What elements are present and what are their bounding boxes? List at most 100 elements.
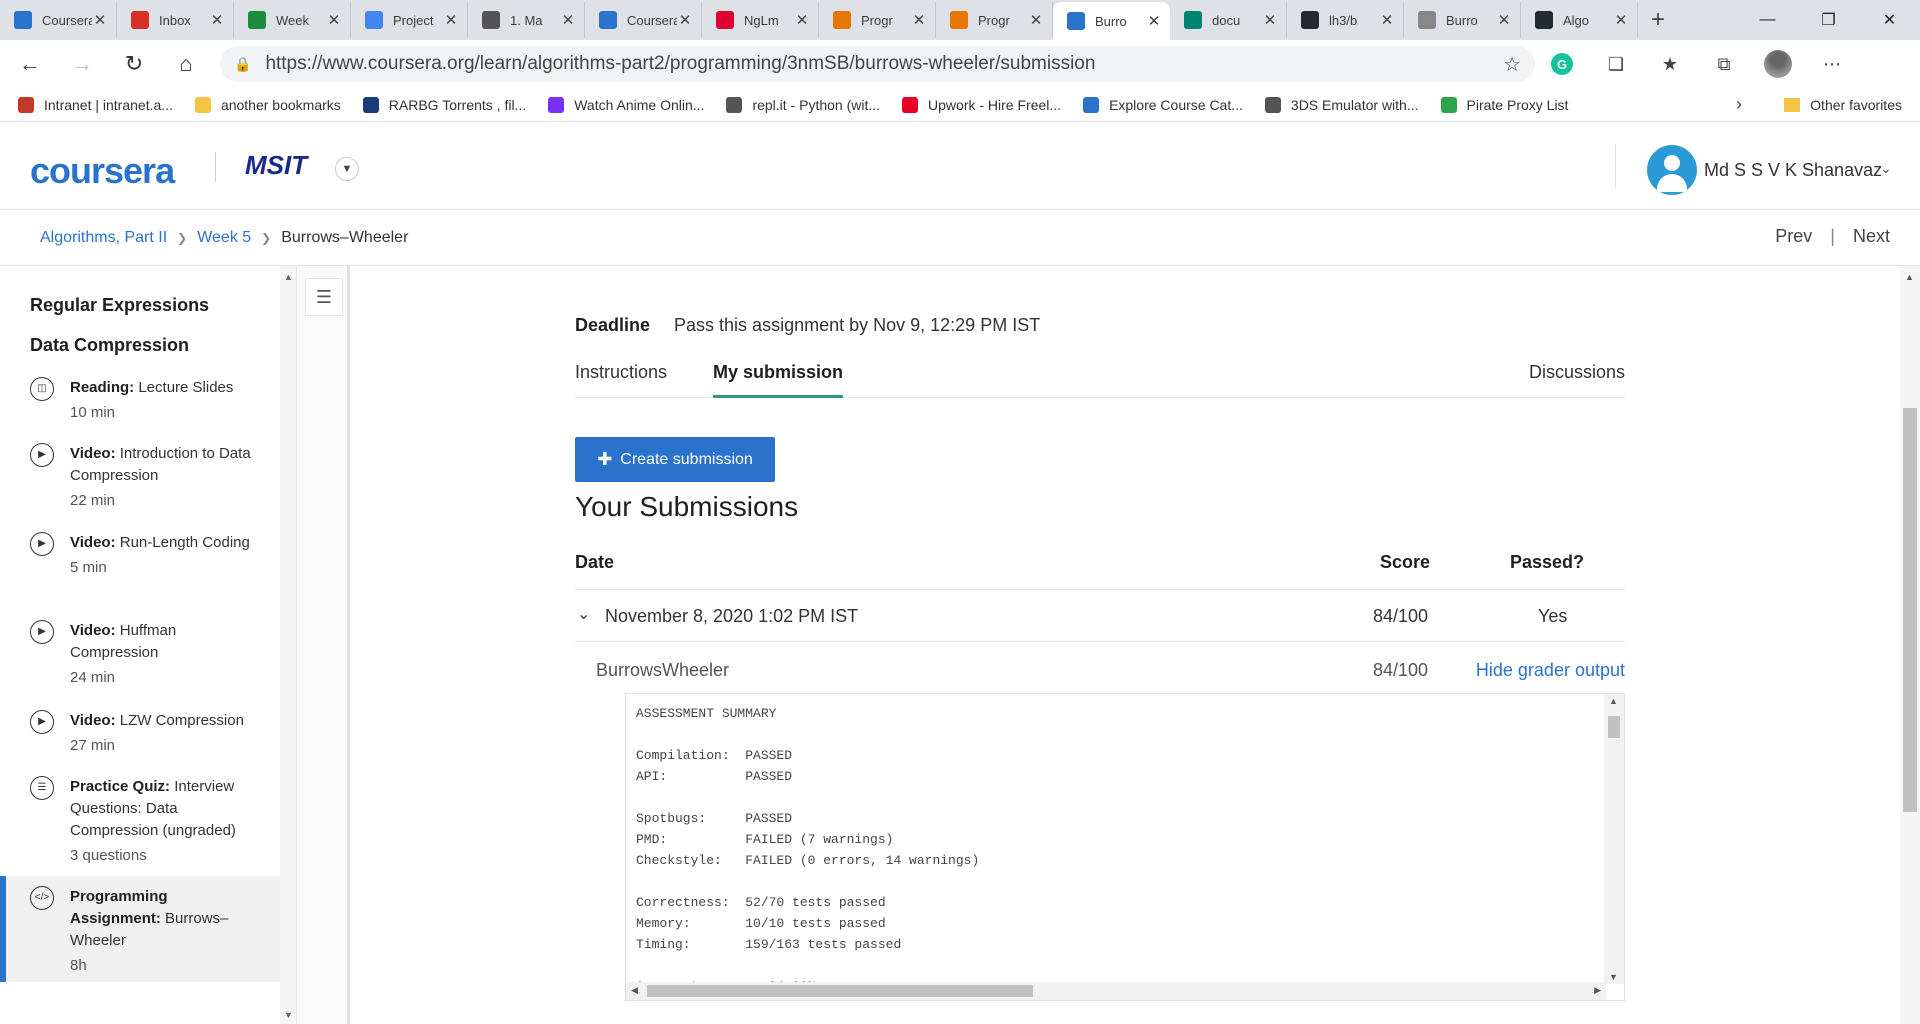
- grader-output[interactable]: ASSESSMENT SUMMARY Compilation: PASSED A…: [625, 693, 1625, 1001]
- scroll-up-icon[interactable]: ▲: [284, 272, 293, 282]
- refresh-icon[interactable]: ↻: [112, 46, 156, 82]
- next-link[interactable]: Next: [1853, 226, 1890, 247]
- browser-tab[interactable]: Progr ✕: [819, 2, 936, 38]
- tab-instructions[interactable]: Instructions: [575, 362, 667, 398]
- browser-tab[interactable]: docu ✕: [1170, 2, 1287, 38]
- sidebar-item-intro-data-compression[interactable]: ▶ Video: Introduction to Data Compressio…: [0, 443, 280, 512]
- new-tab-icon[interactable]: +: [1638, 2, 1678, 38]
- chevron-down-icon[interactable]: ▼: [335, 157, 359, 181]
- tab-my-submission[interactable]: My submission: [713, 362, 844, 398]
- page-scrollbar[interactable]: ▲: [1900, 266, 1920, 1024]
- breadcrumb-course[interactable]: Algorithms, Part II: [40, 229, 167, 247]
- chevron-right-icon[interactable]: ›: [1736, 94, 1742, 115]
- hide-grader-output-link[interactable]: Hide grader output: [1476, 660, 1625, 681]
- home-icon[interactable]: ⌂: [164, 46, 208, 82]
- bookmark-item[interactable]: Watch Anime Onlin...: [548, 96, 704, 113]
- close-tab-icon[interactable]: ✕: [794, 11, 810, 29]
- horizontal-scrollbar[interactable]: ◀ ▶: [626, 982, 1606, 1000]
- star-icon[interactable]: ☆: [1503, 52, 1521, 77]
- close-tab-icon[interactable]: ✕: [209, 11, 225, 29]
- sidebar-item-run-length-coding[interactable]: ▶ Video: Run-Length Coding 5 min: [0, 532, 280, 579]
- browser-tab[interactable]: 1. Ma ✕: [468, 2, 585, 38]
- scroll-up-icon[interactable]: ▲: [1905, 272, 1914, 282]
- browser-tab[interactable]: Algo ✕: [1521, 2, 1638, 38]
- favorites-icon[interactable]: ★: [1643, 46, 1697, 82]
- browser-tab[interactable]: NgLm ✕: [702, 2, 819, 38]
- close-tab-icon[interactable]: ✕: [1496, 11, 1512, 29]
- bookmark-item[interactable]: repl.it - Python (wit...: [726, 96, 880, 113]
- chevron-right-icon: ❯: [261, 230, 272, 245]
- scroll-thumb[interactable]: [647, 985, 1033, 997]
- vertical-scrollbar[interactable]: ▲ ▼: [1604, 694, 1624, 984]
- browser-tab[interactable]: Inbox ✕: [117, 2, 234, 38]
- browser-tab[interactable]: Coursera ✕: [0, 2, 117, 38]
- tab-discussions[interactable]: Discussions: [1529, 362, 1625, 398]
- scroll-up-icon[interactable]: ▲: [1609, 696, 1618, 706]
- close-tab-icon[interactable]: ✕: [911, 11, 927, 29]
- scroll-left-icon[interactable]: ◀: [631, 985, 638, 996]
- scroll-thumb[interactable]: [1903, 408, 1917, 812]
- other-favorites[interactable]: Other favorites: [1784, 97, 1902, 113]
- minimize-icon[interactable]: —: [1737, 0, 1798, 40]
- scroll-right-icon[interactable]: ▶: [1594, 985, 1601, 996]
- sidebar-item-practice-quiz[interactable]: ☰ Practice Quiz: Interview Questions: Da…: [0, 776, 280, 867]
- bookmark-item[interactable]: Explore Course Cat...: [1083, 96, 1243, 113]
- browser-tab-title: Progr: [978, 12, 1010, 28]
- bookmark-item[interactable]: RARBG Torrents , fil...: [362, 96, 526, 113]
- restore-icon[interactable]: ❐: [1798, 0, 1859, 40]
- bookmark-item[interactable]: Upwork - Hire Freel...: [902, 96, 1061, 113]
- breadcrumb-week[interactable]: Week 5: [197, 229, 251, 247]
- bookmark-item[interactable]: Pirate Proxy List: [1440, 96, 1568, 113]
- browser-tab[interactable]: Burro ✕: [1053, 2, 1170, 40]
- user-name[interactable]: Md S S V K Shanavaz: [1704, 160, 1882, 181]
- browser-tabstrip: Coursera ✕ Inbox ✕ Week ✕ Project ✕ 1. Ma ✕ Course…: [0, 0, 1920, 40]
- chevron-down-icon[interactable]: ⌄: [577, 604, 590, 624]
- sidebar-item-huffman-compression[interactable]: ▶ Video: Huffman Compression 24 min: [0, 620, 280, 689]
- sidebar-item-burrows-wheeler[interactable]: </> Programming Assignment: Burrows–Whee…: [0, 876, 280, 982]
- browser-tab[interactable]: Burro ✕: [1404, 2, 1521, 38]
- profile-icon[interactable]: [1751, 46, 1805, 82]
- extensions-icon[interactable]: ❏: [1589, 46, 1643, 82]
- browser-tab[interactable]: Progr ✕: [936, 2, 1053, 38]
- close-tab-icon[interactable]: ✕: [560, 11, 576, 29]
- forward-icon[interactable]: →: [60, 46, 104, 82]
- browser-tab[interactable]: Project ✕: [351, 2, 468, 38]
- close-tab-icon[interactable]: ✕: [1146, 12, 1162, 30]
- scroll-down-icon[interactable]: ▼: [1609, 972, 1618, 982]
- avatar[interactable]: [1647, 145, 1697, 195]
- section-heading[interactable]: Data Compression: [30, 335, 189, 356]
- grammarly-icon[interactable]: G: [1535, 46, 1589, 82]
- bookmark-item[interactable]: 3DS Emulator with...: [1264, 96, 1419, 113]
- prev-link[interactable]: Prev: [1775, 226, 1812, 247]
- sidebar-item-lecture-slides[interactable]: ◫ Reading: Lecture Slides 10 min: [0, 377, 280, 424]
- close-tab-icon[interactable]: ✕: [1262, 11, 1278, 29]
- more-icon[interactable]: ⋯: [1805, 46, 1859, 82]
- table-row[interactable]: ⌄ November 8, 2020 1:02 PM IST 84/100 Ye…: [575, 590, 1625, 642]
- scroll-thumb[interactable]: [1608, 716, 1620, 738]
- close-tab-icon[interactable]: ✕: [1028, 11, 1044, 29]
- close-tab-icon[interactable]: ✕: [677, 11, 693, 29]
- scroll-down-icon[interactable]: ▼: [284, 1010, 293, 1020]
- close-tab-icon[interactable]: ✕: [443, 11, 459, 29]
- bookmark-item[interactable]: another bookmarks: [194, 96, 341, 113]
- close-tab-icon[interactable]: ✕: [1613, 11, 1629, 29]
- back-icon[interactable]: ←: [8, 46, 52, 82]
- browser-tab[interactable]: lh3/b ✕: [1287, 2, 1404, 38]
- coursera-logo[interactable]: coursera: [30, 150, 175, 192]
- close-tab-icon[interactable]: ✕: [326, 11, 342, 29]
- url-input[interactable]: 🔒 https://www.coursera.org/learn/algorit…: [220, 46, 1535, 82]
- sidebar-item-lzw-compression[interactable]: ▶ Video: LZW Compression 27 min: [0, 710, 280, 757]
- create-submission-button[interactable]: ✚ Create submission: [575, 437, 775, 482]
- bookmark-item[interactable]: Intranet | intranet.a...: [18, 96, 173, 113]
- chevron-down-icon[interactable]: ⌄: [1880, 160, 1892, 177]
- close-tab-icon[interactable]: ✕: [1379, 11, 1395, 29]
- close-window-icon[interactable]: ✕: [1859, 0, 1920, 40]
- browser-tab[interactable]: Week ✕: [234, 2, 351, 38]
- sidebar-scrollbar[interactable]: ▲ ▼: [280, 266, 296, 1024]
- close-tab-icon[interactable]: ✕: [92, 11, 108, 29]
- browser-tab[interactable]: Coursera ✕: [585, 2, 702, 38]
- msit-logo[interactable]: MSIT: [245, 150, 307, 181]
- toc-list-icon[interactable]: ☰: [305, 278, 343, 316]
- section-heading[interactable]: Regular Expressions: [30, 295, 209, 316]
- collections-icon[interactable]: ⧉: [1697, 46, 1751, 82]
